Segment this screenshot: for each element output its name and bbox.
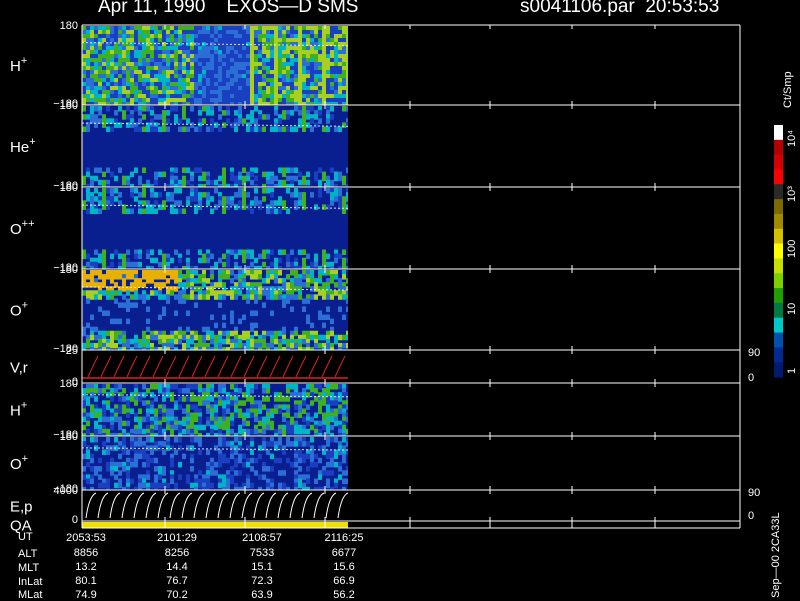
panel-label-5: V,r (10, 360, 28, 377)
footer-value-alt: 8256 (165, 547, 189, 559)
right-tick-top: 90 (748, 347, 760, 359)
colorbar-cell (774, 139, 783, 156)
right-tick-bottom: 0 (748, 372, 754, 384)
footer-value-mlt: 15.6 (333, 561, 354, 573)
chart-title: Apr 11, 1990 EXOS—D SMS (98, 0, 359, 17)
spectrogram-panel-7 (82, 437, 348, 490)
footer-label-mlat: MLat (18, 589, 43, 601)
footer-value-inlat: 76.7 (166, 575, 187, 587)
colorbar-unit: Ct/Smp (782, 71, 794, 108)
colorbar-tick-4: 10 (786, 303, 798, 315)
footer-label-mlt: MLT (18, 562, 40, 574)
colorbar-cell (774, 184, 783, 200)
colorbar-cell (774, 199, 783, 215)
footer-value-ut: 2116:25 (325, 532, 364, 544)
version-stamp: Sep—00 2CA33L (770, 512, 782, 598)
spectrogram-panel-4 (82, 270, 348, 350)
colorbar-cell (774, 288, 783, 304)
panel-label-2: He+ (10, 136, 36, 156)
footer-value-inlat: 80.1 (75, 575, 96, 587)
footer-value-ut: 2108:57 (242, 532, 282, 544)
right-tick-top: 90 (748, 487, 760, 499)
spectrogram-panel-6 (82, 384, 348, 436)
ytick-top: 180 (60, 100, 78, 112)
colorbar-cell (774, 243, 783, 259)
panel-label-7: O+ (10, 453, 28, 473)
colorbar-cell (774, 273, 783, 289)
ytick-top: 180 (60, 182, 78, 194)
footer-value-mlat: 70.2 (166, 589, 187, 600)
colorbar-tick-5: 1 (786, 368, 798, 374)
panel-label-6: H+ (10, 400, 27, 420)
ytick-bottom: 0 (72, 514, 78, 526)
file-and-time: s0041106.par 20:53:53 (520, 0, 720, 17)
colorbar-cell (774, 125, 783, 141)
colorbar-cell (774, 317, 783, 334)
colorbar-tick-1: 10⁴ (786, 130, 798, 147)
footer-value-inlat: 66.9 (333, 575, 354, 587)
panel-label-3: O++ (10, 218, 35, 238)
footer-value-alt: 6677 (332, 547, 356, 559)
ytick-top: 4000 (54, 485, 78, 497)
ytick-top: 180 (60, 378, 78, 390)
colorbar-cell (774, 213, 783, 230)
footer-value-inlat: 72.3 (251, 575, 272, 587)
colorbar-cell (774, 332, 783, 348)
colorbar-cell (774, 302, 783, 319)
colorbar-cell (774, 258, 783, 274)
colorbar-cell (774, 169, 783, 185)
footer-value-alt: 7533 (250, 547, 274, 559)
velocity-trace (82, 355, 348, 379)
panel-label-8: E,p (10, 499, 33, 516)
colorbar-tick-2: 10³ (786, 186, 798, 202)
qa-bar (82, 522, 348, 528)
footer-value-mlt: 13.2 (75, 561, 96, 573)
footer-label-ut: UT (18, 531, 33, 543)
spectrogram-panel-2 (82, 106, 348, 187)
footer-value-ut: 2053:53 (66, 532, 106, 544)
footer-value-mlat: 63.9 (251, 589, 272, 600)
colorbar-cell (774, 362, 783, 378)
ytick-top: 25 (66, 345, 78, 357)
panel-label-4: O+ (10, 300, 28, 320)
ytick-top: 180 (60, 20, 78, 32)
footer-value-mlat: 74.9 (75, 589, 96, 600)
energy-trace (85, 492, 348, 519)
colorbar-cell (774, 228, 783, 245)
footer-label-inlat: InLat (18, 576, 43, 588)
spectrogram-plot: 180−180H+180−180He+180−180O++180−180O+25… (10, 20, 798, 600)
ytick-top: 180 (60, 264, 78, 276)
colorbar-tick-3: 100 (786, 240, 798, 258)
footer-value-ut: 2101:29 (157, 532, 197, 544)
ytick-top: 180 (60, 431, 78, 443)
colorbar-cell (774, 154, 783, 170)
footer-label-alt: ALT (18, 548, 38, 560)
footer-value-mlat: 56.2 (333, 589, 354, 600)
spectrogram-panel-3 (82, 188, 348, 269)
right-tick-bottom: 0 (748, 510, 754, 522)
panel-label-1: H+ (10, 55, 27, 75)
colorbar-cell (774, 347, 783, 363)
footer-value-mlt: 15.1 (251, 561, 272, 573)
spectrogram-panel-1 (82, 26, 348, 105)
footer-value-alt: 8856 (74, 547, 98, 559)
footer-value-mlt: 14.4 (166, 561, 187, 573)
